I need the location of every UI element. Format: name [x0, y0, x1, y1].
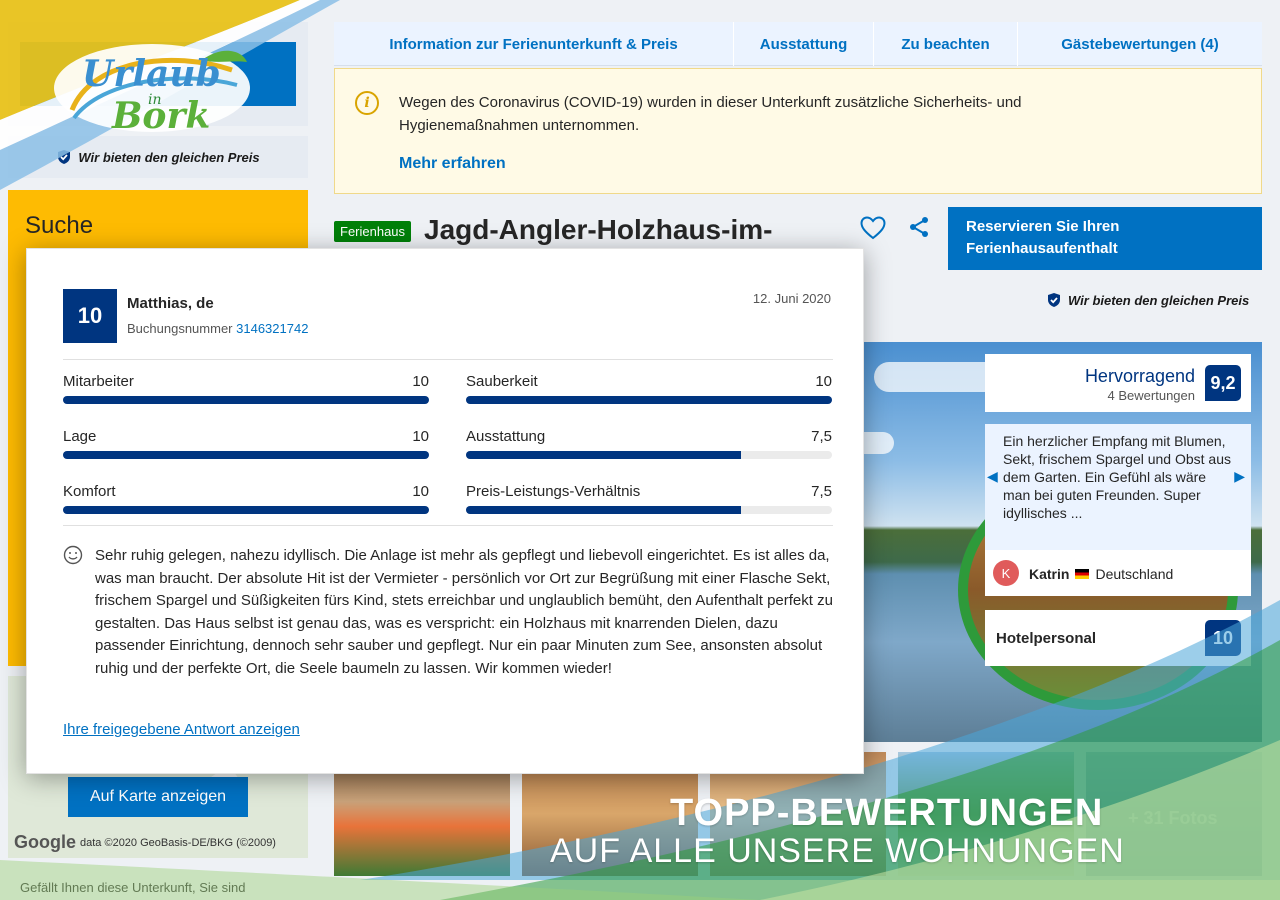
criterion-bar-fill [63, 451, 429, 459]
criterion-label: Lage [63, 428, 97, 445]
same-price-text: Wir bieten den gleichen Preis [1068, 292, 1250, 308]
avatar: K [993, 560, 1019, 586]
criterion-bar [466, 396, 832, 404]
bottom-prompt-text: Gefällt Ihnen diese Unterkunft, Sie sind [20, 880, 246, 895]
criterion-label: Ausstattung [466, 428, 546, 445]
rating-count: 4 Bewertungen [1107, 388, 1195, 403]
criterion-bar [63, 396, 429, 404]
quote-author-name: Katrin [1029, 566, 1070, 582]
criterion-value: 10 [412, 373, 429, 390]
more-photos-link[interactable]: + 31 Fotos [1128, 808, 1218, 829]
chevron-left-icon[interactable]: ◀ [987, 468, 998, 485]
rating-word: Hervorragend [1084, 366, 1195, 386]
criterion-bar [63, 506, 429, 514]
promo-subline: AUF ALLE UNSERE WOHNUNGEN [550, 832, 1125, 870]
map-credit: Google data ©2020 GeoBasis-DE/BKG (©2009… [14, 832, 276, 853]
check-shield-icon [1048, 293, 1060, 307]
rating-summary-card[interactable]: Hervorragend 4 Bewertungen 9,2 [985, 354, 1251, 412]
criterion-location: Lage 10 [63, 428, 429, 459]
staff-score-card: Hotelpersonal 10 [985, 610, 1251, 666]
same-price-text: Wir bieten den gleichen Preis [78, 149, 260, 165]
show-on-map-button[interactable]: Auf Karte anzeigen [68, 777, 248, 817]
criterion-bar-fill [63, 506, 429, 514]
covid-notice: i Wegen des Coronavirus (COVID-19) wurde… [334, 68, 1262, 194]
criterion-staff: Mitarbeiter 10 [63, 373, 429, 404]
property-title: Jagd-Angler-Holzhaus-im- [424, 214, 773, 245]
criterion-bar-fill [466, 451, 741, 459]
share-icon[interactable] [908, 216, 930, 238]
staff-label: Hotelpersonal [996, 630, 1097, 647]
criterion-bar-fill [466, 396, 832, 404]
divider [63, 359, 833, 360]
tab-info-price[interactable]: Information zur Ferienunterkunft & Preis [334, 22, 734, 66]
review-popup: 10 Matthias, de Buchungsnummer 314632174… [26, 248, 864, 774]
tab-house-rules[interactable]: Zu beachten [874, 22, 1018, 66]
criterion-facilities: Ausstattung 7,5 [466, 428, 832, 459]
criterion-bar [63, 451, 429, 459]
criterion-bar [466, 506, 832, 514]
criterion-value: 10 [815, 373, 832, 390]
review-text: Sehr ruhig gelegen, nahezu idyllisch. Di… [95, 547, 833, 677]
quote-text: Ein herzlicher Empfang mit Blumen, Sekt,… [1003, 433, 1231, 521]
criterion-bar [466, 451, 832, 459]
logo-text-bork: Bork [111, 95, 210, 136]
same-price-badge-right: Wir bieten den gleichen Preis [1046, 292, 1249, 308]
criterion-bar-fill [63, 396, 429, 404]
booking-number-label: Buchungsnummer [127, 321, 233, 336]
google-logo: Google [14, 832, 76, 852]
criterion-comfort: Komfort 10 [63, 483, 429, 514]
criterion-cleanliness: Sauberkeit 10 [466, 373, 832, 404]
review-date: 12. Juni 2020 [752, 291, 831, 306]
tab-facilities[interactable]: Ausstattung [734, 22, 874, 66]
criterion-label: Sauberkeit [466, 373, 538, 390]
same-price-badge-left: Wir bieten den gleichen Preis [8, 136, 308, 178]
property-nav-tabs: Information zur Ferienunterkunft & Preis… [334, 22, 1262, 66]
smiley-icon [63, 545, 83, 565]
check-shield-icon [58, 150, 71, 164]
covid-learn-more-link[interactable]: Mehr erfahren [399, 155, 506, 173]
info-icon: i [355, 91, 379, 115]
criterion-value: 10 [412, 483, 429, 500]
guest-quote-card: ◀ ▶ Ein herzlicher Empfang mit Blumen, S… [985, 424, 1251, 596]
heart-icon[interactable] [860, 216, 886, 240]
criterion-value-for-money: Preis-Leistungs-Verhältnis 7,5 [466, 483, 832, 514]
booking-number-value[interactable]: 3146321742 [236, 321, 308, 336]
criterion-value: 7,5 [811, 428, 832, 445]
reviewer-name: Matthias, de [127, 295, 214, 312]
map-credit-text: data ©2020 GeoBasis-DE/BKG (©2009) [80, 836, 276, 849]
property-type-badge: Ferienhaus [334, 221, 412, 242]
germany-flag-icon [1075, 569, 1090, 579]
divider [63, 525, 833, 526]
staff-score: 10 [1205, 620, 1241, 656]
criterion-bar-fill [466, 506, 741, 514]
show-response-link[interactable]: Ihre freigegebene Antwort anzeigen [63, 721, 300, 738]
covid-text: Wegen des Coronavirus (COVID-19) wurden … [399, 94, 1022, 134]
criterion-label: Preis-Leistungs-Verhältnis [466, 483, 641, 500]
search-title: Suche [25, 212, 94, 239]
tab-guest-reviews[interactable]: Gästebewertungen (4) [1018, 22, 1262, 66]
quote-author: Katrin Deutschland [1029, 566, 1173, 582]
criterion-label: Mitarbeiter [63, 373, 134, 390]
criterion-label: Komfort [63, 483, 116, 500]
reserve-button[interactable]: Reservieren Sie Ihren Ferienhausaufentha… [948, 207, 1262, 270]
quote-author-country: Deutschland [1095, 566, 1174, 582]
criterion-value: 7,5 [811, 483, 832, 500]
criterion-value: 10 [412, 428, 429, 445]
rating-score: 9,2 [1205, 365, 1241, 401]
review-score: 10 [63, 289, 117, 343]
booking-number: Buchungsnummer 3146321742 [127, 321, 308, 336]
logo-text-urlaub: Urlaub [82, 53, 221, 95]
promo-headline: TOPP-BEWERTUNGEN [670, 792, 1104, 834]
urlaub-in-bork-logo: Urlaub in Bork [54, 44, 250, 136]
